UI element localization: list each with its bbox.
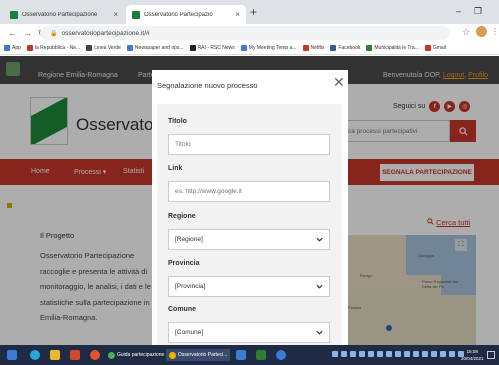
bookmark-item[interactable]: App: [4, 45, 21, 51]
bookmark-favicon-icon: [26, 45, 33, 51]
bookmark-favicon-icon: [126, 45, 133, 51]
back-arrow-icon[interactable]: ←: [8, 28, 17, 38]
taskbar-clock[interactable]: 15:08 20/04/2021: [461, 348, 484, 362]
comune-select[interactable]: [Comune]: [168, 322, 330, 343]
bookmark-favicon-icon: [366, 45, 373, 51]
minimize-icon[interactable]: –: [456, 6, 461, 16]
cortana-icon[interactable]: [30, 350, 40, 360]
provincia-select[interactable]: [Provincia]: [168, 276, 330, 297]
link-input[interactable]: [168, 181, 330, 202]
notification-icon[interactable]: [487, 351, 495, 359]
url-text: osservatoriopartecipazione.it/#: [61, 29, 150, 37]
lock-icon: 🔒: [50, 30, 58, 37]
bookmark-favicon-icon: [86, 45, 93, 51]
bookmark-item[interactable]: la Repubblica - Ne...: [26, 45, 80, 51]
chrome-icon[interactable]: [90, 350, 100, 360]
browser-menu-icon[interactable]: ⋮: [491, 27, 499, 36]
excel-icon[interactable]: [256, 350, 266, 360]
bookmark-item[interactable]: Linea Verde: [86, 45, 121, 51]
taskbar-app-guida[interactable]: Guida partecipazione: [108, 349, 164, 361]
titolo-input[interactable]: [168, 134, 330, 155]
chrome-icon: [108, 351, 115, 359]
forward-arrow-icon[interactable]: →: [23, 28, 32, 38]
system-tray[interactable]: [332, 351, 464, 357]
bookmark-favicon-icon: [330, 45, 337, 51]
maximize-icon[interactable]: ❐: [474, 6, 482, 17]
site-favicon: [132, 10, 140, 19]
close-icon[interactable]: ✕: [333, 74, 345, 91]
regione-select[interactable]: [Regione]: [168, 229, 330, 250]
regione-label: Regione: [168, 213, 196, 220]
file-explorer-icon[interactable]: [50, 350, 60, 360]
chevron-down-icon: [316, 330, 323, 335]
url-field[interactable]: 🔒 osservatoriopartecipazione.it/#: [40, 26, 450, 40]
tab-close-icon[interactable]: ×: [235, 10, 240, 19]
provincia-label: Provincia: [168, 260, 200, 267]
windows-taskbar: Guida partecipazione Osservatorio Partec…: [0, 345, 499, 365]
bookmark-favicon-icon: [424, 45, 431, 51]
bookmark-item[interactable]: My Meeting Temp a...: [240, 45, 297, 51]
bookmark-item[interactable]: RAI - RSC News: [189, 45, 235, 51]
web-page: Regione Emilia-Romagna Parte Benvenuto/a…: [0, 56, 499, 345]
bookmark-favicon-icon: [189, 45, 196, 51]
bookmark-star-icon[interactable]: ☆: [462, 27, 470, 38]
link-label: Link: [168, 165, 183, 172]
site-favicon: [10, 10, 18, 19]
chrome-icon: [169, 351, 176, 359]
chevron-down-icon: [316, 237, 323, 242]
comune-label: Comune: [168, 306, 196, 313]
modal-title: Segnalazione nuovo processo: [157, 81, 258, 90]
tab-title: Osservatorio Partecipazio: [144, 11, 213, 18]
bookmark-favicon-icon: [4, 45, 10, 51]
bookmark-favicon-icon: [240, 45, 247, 51]
new-tab-button[interactable]: +: [250, 5, 257, 19]
taskbar-app-osservatorio[interactable]: Osservatorio Parteci...: [166, 349, 231, 361]
titolo-label: Titolo: [168, 118, 187, 125]
chevron-down-icon: [316, 284, 323, 289]
bookmark-item[interactable]: Gmail: [424, 45, 446, 51]
bookmark-item[interactable]: Newspaper and ops...: [126, 45, 184, 51]
store-icon[interactable]: [236, 350, 246, 360]
start-icon[interactable]: [7, 350, 17, 360]
profile-avatar[interactable]: [476, 26, 487, 37]
segnalazione-modal: Segnalazione nuovo processo ✕ Titolo Lin…: [152, 70, 348, 345]
bookmark-favicon-icon: [302, 45, 309, 51]
browser-tab-2[interactable]: Osservatorio Partecipazio ×: [126, 5, 246, 24]
word-icon[interactable]: [276, 350, 286, 360]
bookmarks-bar: App la Repubblica - Ne... Linea Verde Newsp…: [0, 42, 499, 55]
tab-title: Osservatorio Partecipazione: [22, 11, 98, 18]
office-icon[interactable]: [70, 350, 80, 360]
modal-form: Titolo Link Regione [Regione] Provincia …: [157, 104, 342, 345]
browser-tab-1[interactable]: Osservatorio Partecipazione ×: [4, 5, 124, 24]
tab-close-icon[interactable]: ×: [113, 10, 118, 19]
bookmark-item[interactable]: Municipalità le Tra...: [366, 45, 419, 51]
bookmark-item[interactable]: Facebook: [330, 45, 360, 51]
browser-tab-bar: Osservatorio Partecipazione × Osservator…: [0, 0, 499, 24]
bookmark-item[interactable]: Netflix: [302, 45, 324, 51]
address-bar-row: ← → ↻ 🔒 osservatoriopartecipazione.it/#: [0, 24, 499, 42]
